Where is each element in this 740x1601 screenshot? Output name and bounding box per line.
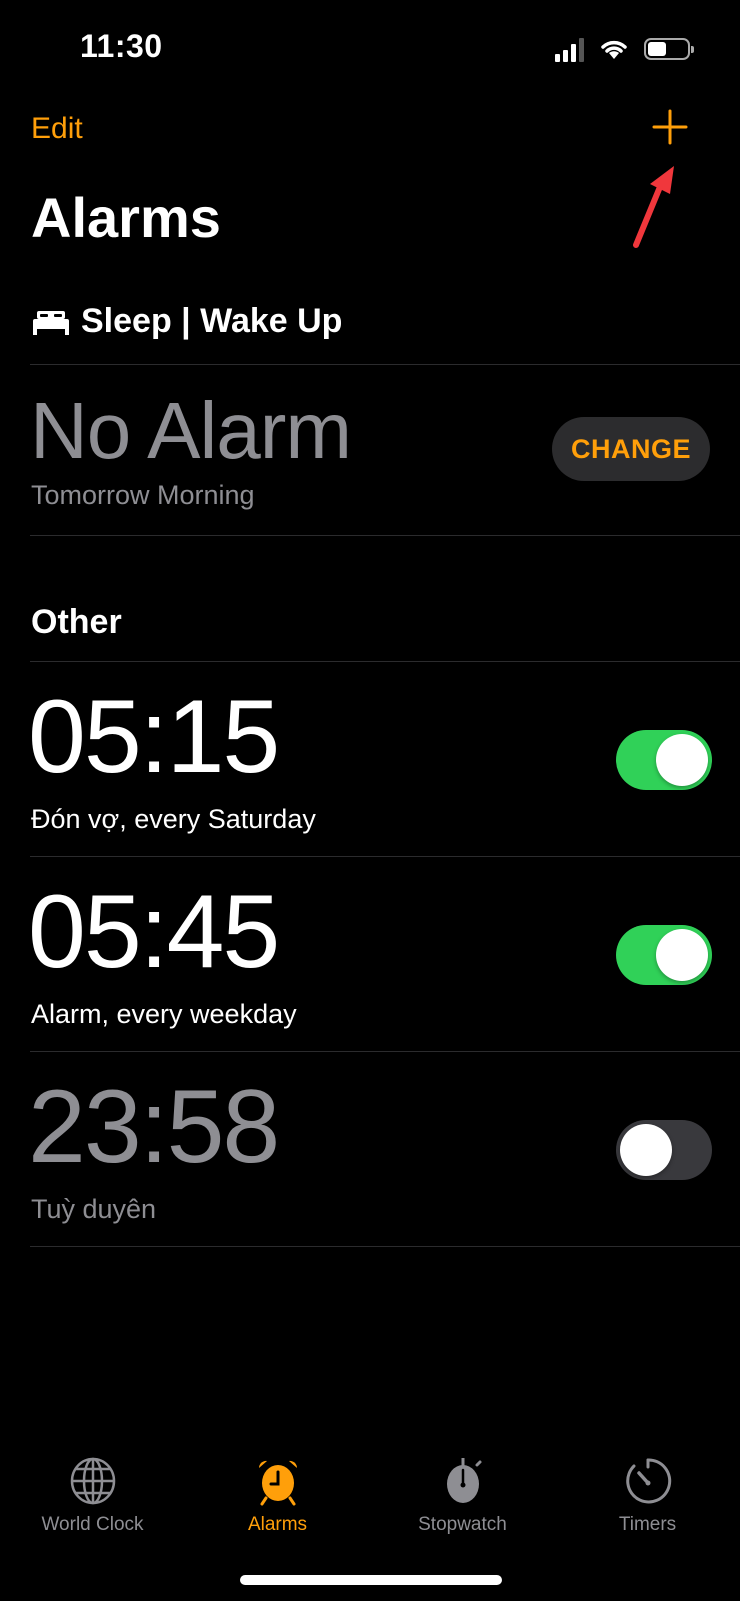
alarm-label: Đón vợ, every Saturday — [31, 804, 316, 834]
alarm-toggle[interactable] — [616, 730, 712, 790]
divider — [30, 535, 740, 536]
sleep-alarm-status: No Alarm — [30, 386, 352, 475]
tab-stopwatch[interactable]: Stopwatch — [370, 1456, 555, 1536]
alarm-toggle[interactable] — [616, 925, 712, 985]
edit-button[interactable]: Edit — [31, 112, 83, 146]
sleep-section-header: Sleep | Wake Up — [31, 302, 342, 341]
tab-alarms[interactable]: Alarms — [185, 1456, 370, 1536]
alarm-time: 05:45 — [28, 874, 280, 990]
alarm-row[interactable]: 05:45 Alarm, every weekday — [0, 863, 740, 1053]
cellular-signal-icon — [555, 36, 584, 62]
globe-icon — [70, 1457, 115, 1505]
alarm-time: 23:58 — [28, 1069, 280, 1185]
nav-bar: Edit — [0, 105, 740, 165]
other-section-header: Other — [31, 603, 122, 642]
tab-label: Alarms — [247, 1514, 308, 1535]
tab-label: World Clock — [41, 1514, 144, 1535]
battery-icon — [644, 38, 694, 60]
alarm-label: Alarm, every weekday — [31, 999, 297, 1029]
annotation-arrow-icon — [633, 166, 674, 248]
divider — [30, 1246, 740, 1247]
alarm-row[interactable]: 05:15 Đón vợ, every Saturday — [0, 668, 740, 858]
add-alarm-button[interactable] — [648, 105, 692, 149]
tab-bar: World Clock Alarms Stopwatch Timers — [0, 1401, 740, 1601]
tab-timers[interactable]: Timers — [555, 1456, 740, 1536]
status-bar: 11:30 — [0, 0, 740, 100]
divider — [30, 856, 740, 857]
alarm-label: Tuỳ duyên — [31, 1194, 157, 1224]
status-time: 11:30 — [80, 28, 163, 64]
tab-world-clock[interactable]: World Clock — [0, 1456, 185, 1536]
alarm-toggle[interactable] — [616, 1120, 712, 1180]
sleep-alarm-row[interactable]: No Alarm Tomorrow Morning CHANGE — [0, 365, 740, 535]
tab-label: Timers — [618, 1514, 677, 1535]
sleep-section-title: Sleep | Wake Up — [81, 302, 343, 340]
stopwatch-icon — [446, 1458, 481, 1503]
divider — [30, 661, 740, 662]
other-section-title: Other — [31, 603, 122, 641]
wifi-icon — [601, 40, 627, 59]
alarm-row[interactable]: 23:58 Tuỳ duyên — [0, 1058, 740, 1248]
alarm-clock-icon — [258, 1460, 297, 1506]
change-button[interactable]: CHANGE — [552, 417, 710, 481]
alarm-time: 05:15 — [28, 679, 280, 795]
home-indicator[interactable] — [240, 1575, 502, 1585]
sleep-alarm-subtitle: Tomorrow Morning — [31, 480, 255, 510]
tab-label: Stopwatch — [418, 1514, 507, 1535]
bed-icon — [33, 310, 69, 335]
timer-icon — [625, 1458, 671, 1504]
page-title: Alarms — [31, 186, 221, 249]
status-icons — [555, 36, 694, 62]
divider — [30, 1051, 740, 1052]
plus-icon — [652, 109, 688, 145]
